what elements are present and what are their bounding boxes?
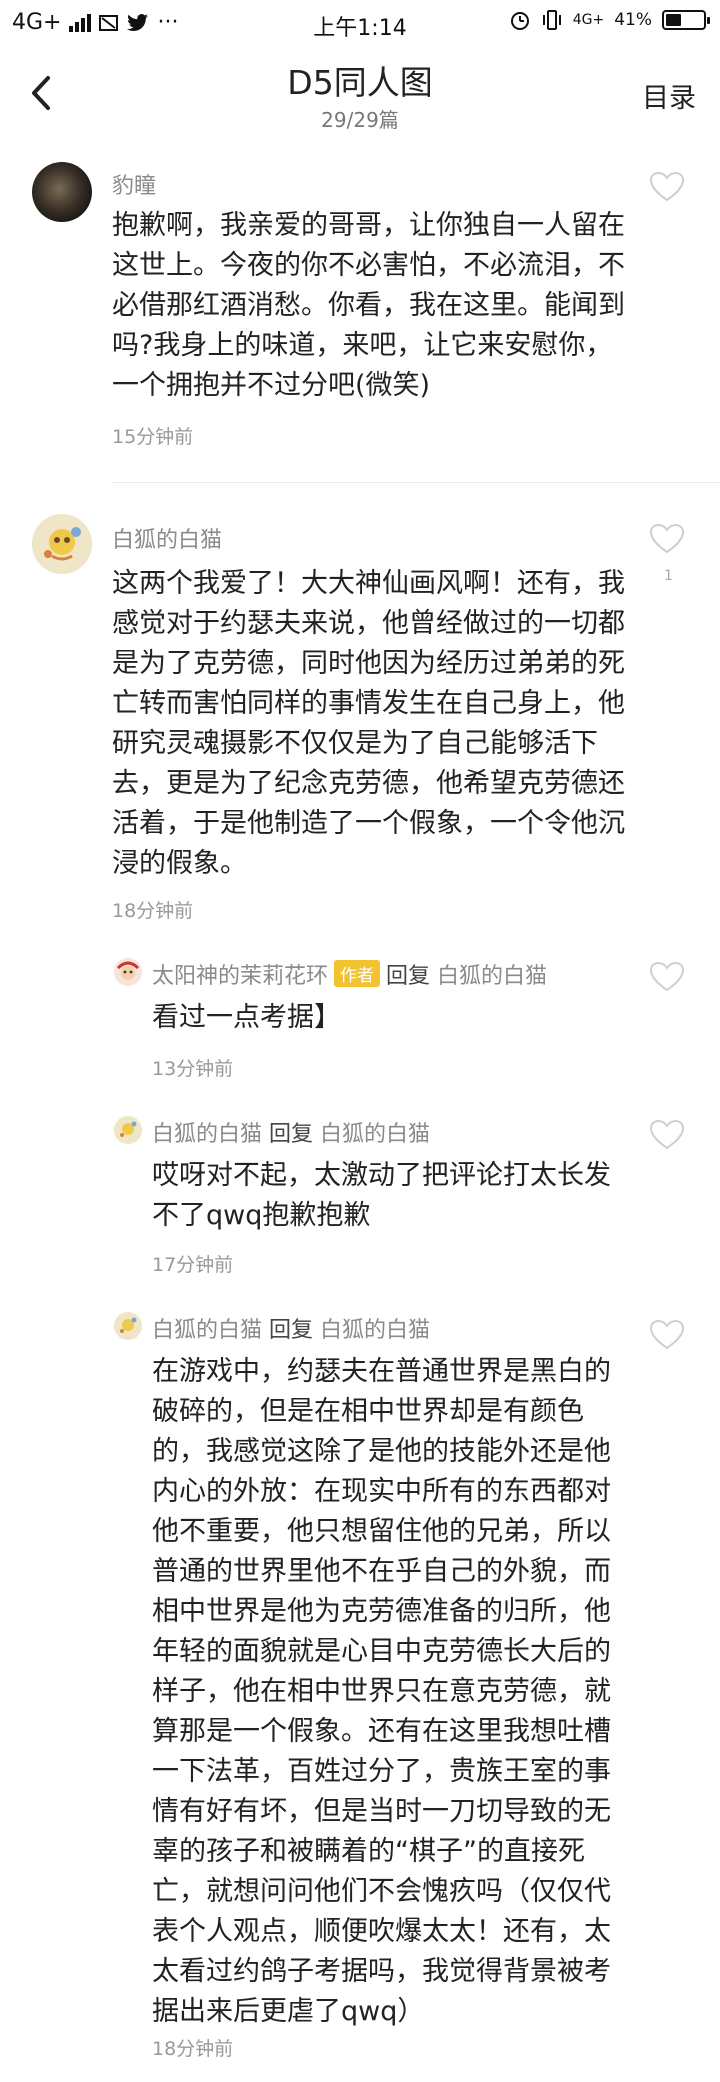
comment-username[interactable]: 豹瞳 — [112, 168, 156, 200]
reply-time: 13分钟前 — [152, 1058, 234, 1080]
nav-bar: D5同人图 29/29篇 目录 — [0, 48, 720, 144]
status-bar: 4G+ ··· 上午1:14 4G+ 41% — [0, 0, 720, 48]
reply-time: 18分钟前 — [152, 2038, 234, 2060]
comment-time: 18分钟前 — [112, 900, 194, 922]
like-heart-icon[interactable] — [650, 1120, 684, 1150]
comment: 豹瞳 抱歉啊，我亲爱的哥哥，让你独自一人留在这世上。今夜的你不必害怕，不必流泪，… — [0, 150, 720, 470]
reply-text: 看过一点考据】 — [152, 1002, 341, 1033]
like-heart-icon[interactable] — [650, 962, 684, 992]
reply-header: 白狐的白猫 回复 白狐的白猫 — [152, 1312, 430, 1344]
reply-word: 回复 — [269, 1122, 314, 1147]
avatar-image — [114, 958, 142, 986]
author-badge: 作者 — [334, 960, 381, 987]
avatar[interactable] — [114, 1116, 142, 1144]
reply: 白狐的白猫 回复 白狐的白猫 在游戏中，约瑟夫在普通世界是黑白的破碎的，但是在相… — [0, 1306, 720, 2066]
reply-target[interactable]: 白狐的白猫 — [437, 964, 547, 989]
like-count: 1 — [664, 568, 673, 584]
page-title: D5同人图 — [287, 63, 433, 102]
reply-target[interactable]: 白狐的白猫 — [320, 1318, 430, 1343]
reply-username[interactable]: 白狐的白猫 — [152, 1122, 262, 1147]
reply-word: 回复 — [386, 964, 431, 989]
like-heart-icon[interactable] — [650, 524, 684, 554]
reply-header: 白狐的白猫 回复 白狐的白猫 — [152, 1116, 430, 1148]
page-counter: 29/29篇 — [321, 108, 399, 132]
reply-username[interactable]: 太阳神的茉莉花环 — [152, 964, 328, 989]
reply-username[interactable]: 白狐的白猫 — [152, 1318, 262, 1343]
avatar-image — [114, 1312, 142, 1340]
comment-username[interactable]: 白狐的白猫 — [112, 522, 222, 554]
reply-text: 哎呀对不起，太激动了把评论打太长发不了qwq抱歉抱歉 — [152, 1160, 611, 1231]
comment-text: 抱歉啊，我亲爱的哥哥，让你独自一人留在这世上。今夜的你不必害怕，不必流泪，不必借… — [112, 210, 625, 401]
avatar-image — [114, 1116, 142, 1144]
avatar-image — [32, 514, 92, 574]
avatar[interactable] — [32, 162, 92, 222]
alarm-icon — [510, 12, 529, 30]
reply: 太阳神的茉莉花环 作者 回复 白狐的白猫 看过一点考据】 13分钟前 — [0, 950, 720, 1080]
comment: 白狐的白猫 这两个我爱了！大大神仙画风啊！还有，我感觉对于约瑟夫来说，他曾经做过… — [0, 500, 720, 930]
reply-time: 17分钟前 — [152, 1254, 234, 1276]
divider — [112, 482, 720, 483]
like-heart-icon[interactable] — [650, 172, 684, 202]
avatar[interactable] — [114, 1312, 142, 1340]
like-heart-icon[interactable] — [650, 1320, 684, 1350]
net-type-label: 4G+ — [572, 12, 605, 28]
vibrate-icon — [542, 10, 561, 30]
reply-text: 在游戏中，约瑟夫在普通世界是黑白的破碎的，但是在相中世界却是有颜色的，我感觉这除… — [152, 1356, 611, 2027]
avatar[interactable] — [32, 514, 92, 574]
reply-word: 回复 — [269, 1318, 314, 1343]
battery-level — [666, 14, 681, 26]
avatar[interactable] — [114, 958, 142, 986]
reply-target[interactable]: 白狐的白猫 — [320, 1122, 430, 1147]
comment-time: 15分钟前 — [112, 426, 194, 448]
reply-header: 太阳神的茉莉花环 作者 回复 白狐的白猫 — [152, 958, 547, 990]
comment-text: 这两个我爱了！大大神仙画风啊！还有，我感觉对于约瑟夫来说，他曾经做过的一切都是为… — [112, 568, 625, 879]
toc-button[interactable]: 目录 — [642, 76, 696, 115]
battery-percent: 41% — [614, 10, 652, 30]
battery-icon — [662, 10, 710, 30]
reply: 白狐的白猫 回复 白狐的白猫 哎呀对不起，太激动了把评论打太长发不了qwq抱歉抱… — [0, 1110, 720, 1280]
